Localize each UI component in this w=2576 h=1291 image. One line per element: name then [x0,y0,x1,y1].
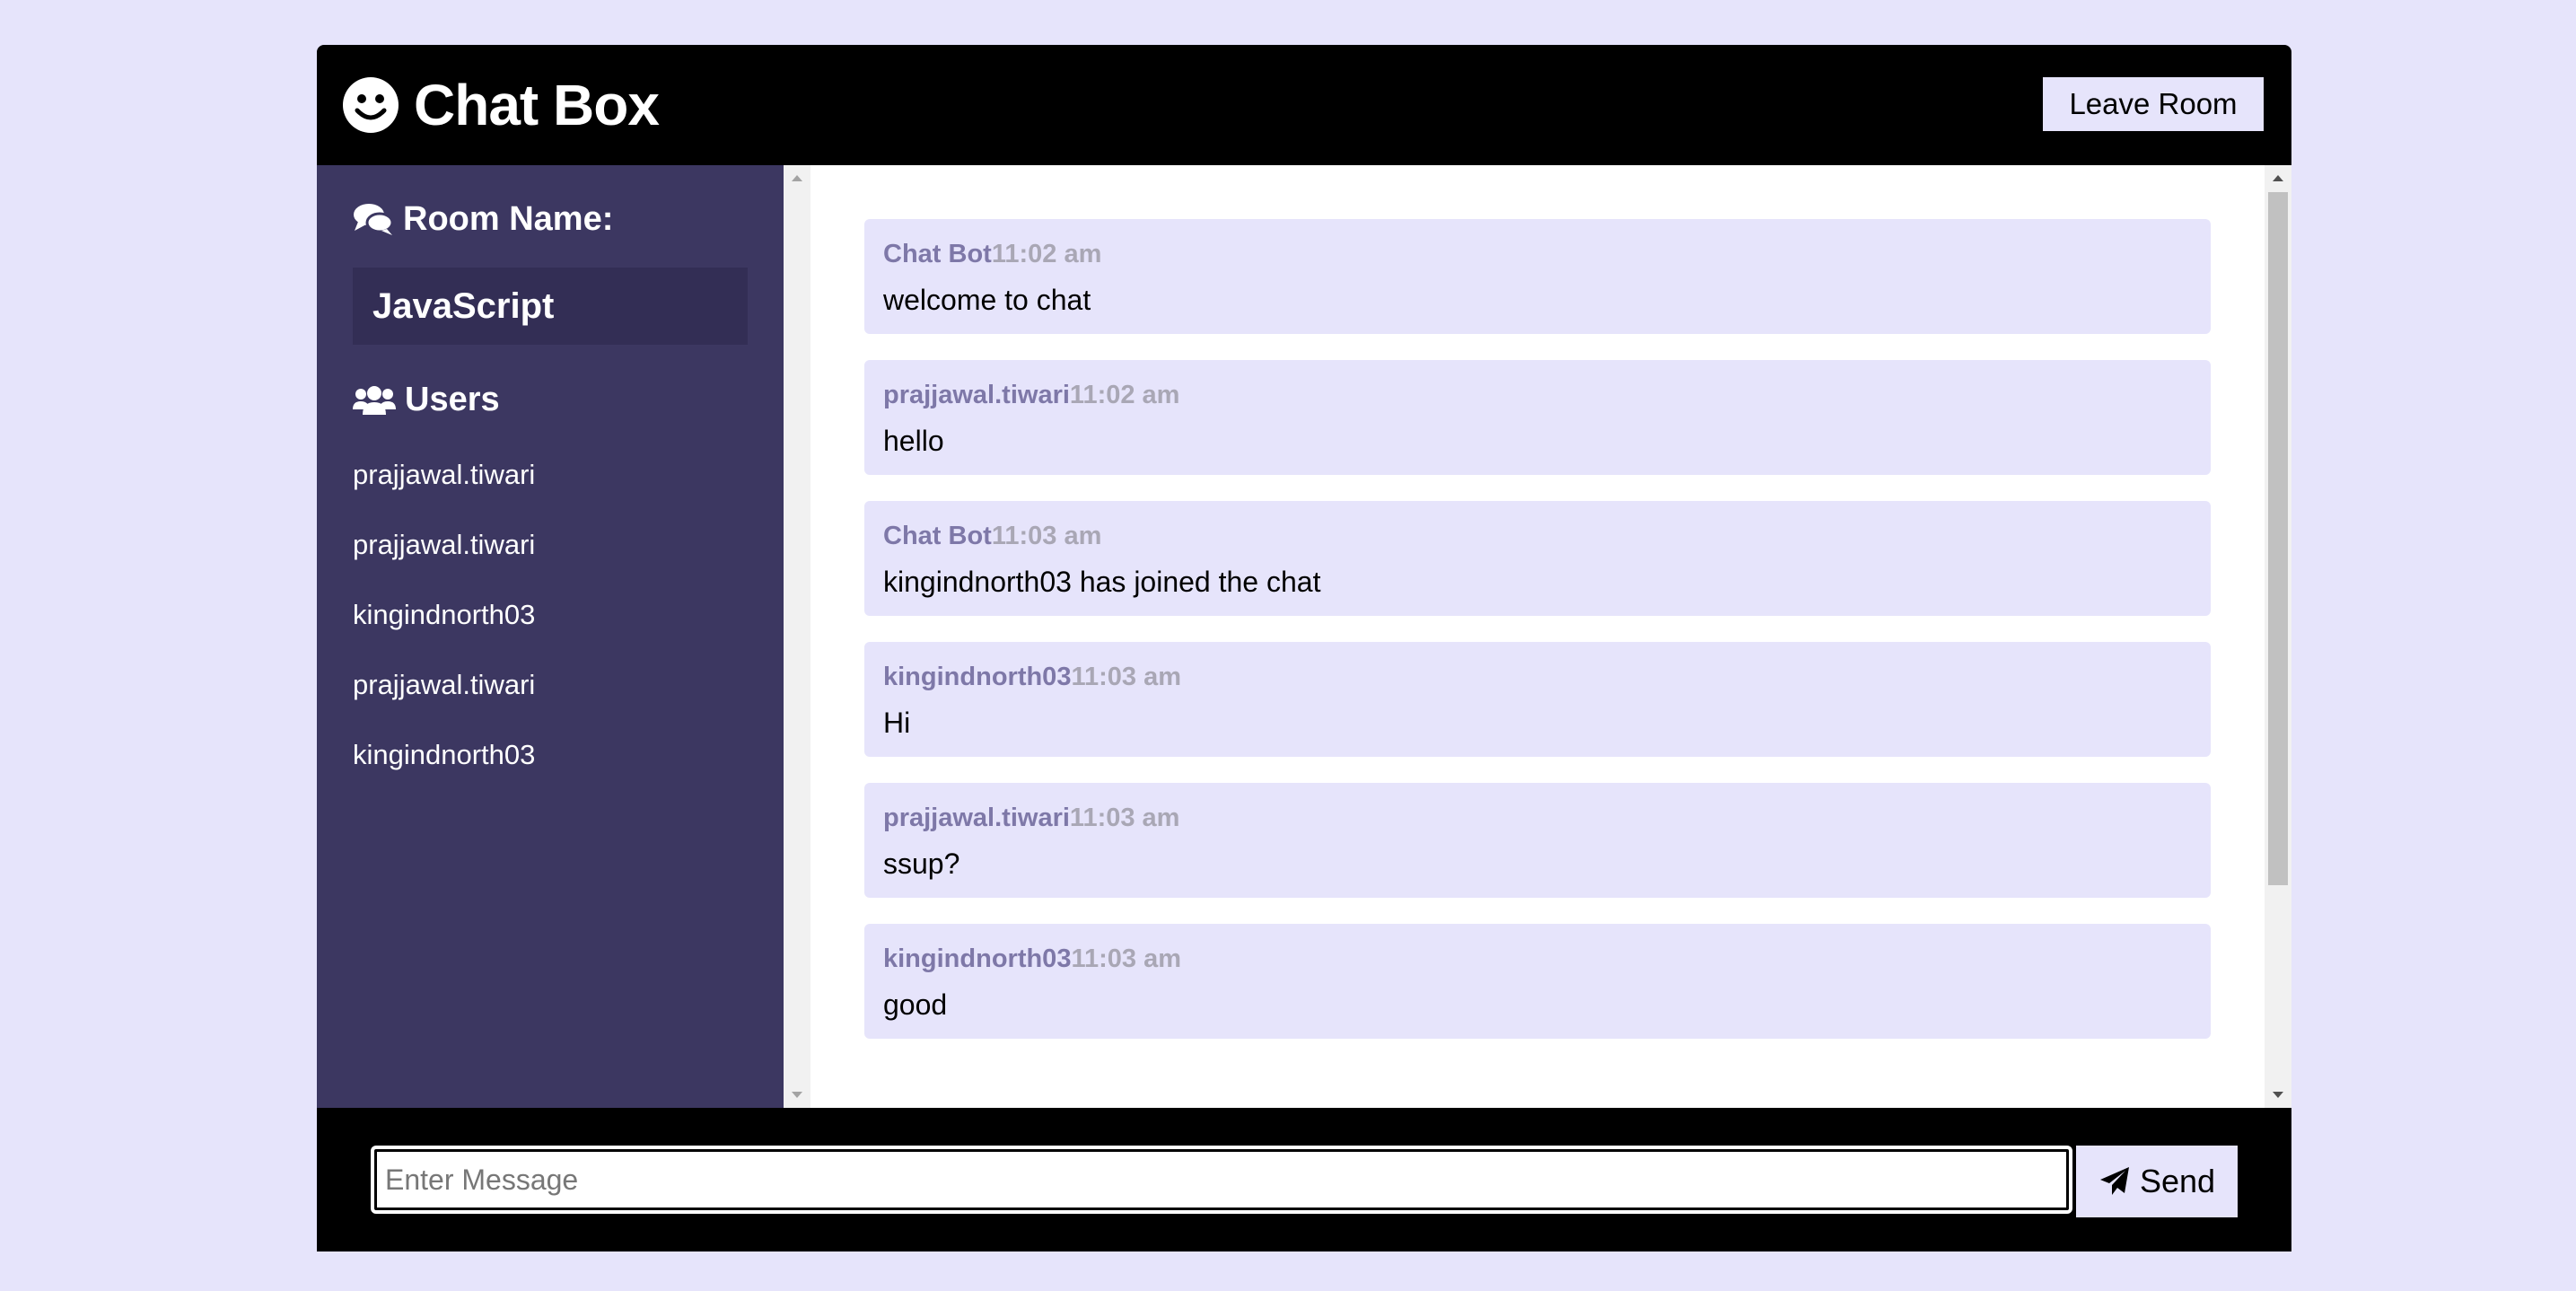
message-composer: Send [317,1108,2291,1251]
message-list: Chat Bot11:02 am welcome to chat prajjaw… [810,165,2265,1108]
user-list: prajjawal.tiwari prajjawal.tiwari kingin… [353,455,535,805]
message-time: 11:03 am [1071,663,1181,691]
room-name-box: JavaScript [353,268,748,345]
users-label: Users [405,380,500,418]
message-text: ssup? [883,847,960,880]
user-list-item: kingindnorth03 [353,739,536,770]
message-meta: prajjawal.tiwari11:03 am [883,801,1179,835]
message-time: 11:03 am [991,522,1102,550]
message-text: hello [883,425,944,457]
message-author: kingindnorth03 [883,663,1072,691]
users-icon [353,386,396,415]
chat-window: Chat Box Leave Room Room Name: JavaScrip… [317,45,2291,1251]
user-list-item: kingindnorth03 [353,599,536,630]
message-text: kingindnorth03 has joined the chat [883,566,1321,598]
scroll-up-arrow-icon[interactable] [784,169,810,187]
comments-icon [354,204,394,235]
message: kingindnorth0311:03 am Hi [864,642,2211,757]
message-meta: Chat Bot11:02 am [883,237,1101,271]
smile-icon [343,77,399,133]
paper-plane-icon [2099,1167,2129,1195]
scroll-down-arrow-icon[interactable] [784,1086,810,1104]
message-time: 11:02 am [991,240,1102,268]
users-heading: Users [353,377,500,422]
message-meta: prajjawal.tiwari11:02 am [883,378,1179,412]
message-meta: Chat Bot11:03 am [883,519,1101,553]
message-time: 11:03 am [1069,804,1180,832]
message-author: prajjawal.tiwari [883,381,1070,409]
message-author: prajjawal.tiwari [883,804,1070,832]
leave-room-button[interactable]: Leave Room [2043,77,2264,131]
message-text: welcome to chat [883,284,1091,316]
message: kingindnorth0311:03 am good [864,924,2211,1039]
send-button-label: Send [2139,1163,2216,1199]
message: prajjawal.tiwari11:03 am ssup? [864,783,2211,898]
user-list-item: prajjawal.tiwari [353,529,536,560]
sidebar-scrollbar[interactable] [784,165,810,1108]
app-title-text: Chat Box [414,73,660,137]
message-author: Chat Bot [883,522,992,550]
message: Chat Bot11:02 am welcome to chat [864,219,2211,334]
message-author: kingindnorth03 [883,944,1072,973]
scroll-down-arrow-icon[interactable] [2265,1086,2291,1104]
message-meta: kingindnorth0311:03 am [883,660,1181,694]
room-name: JavaScript [372,286,555,326]
message-input[interactable] [371,1146,2072,1214]
scroll-up-arrow-icon[interactable] [2265,169,2291,187]
chat-header: Chat Box Leave Room [317,45,2291,165]
message-text: Hi [883,707,911,739]
message-time: 11:03 am [1071,944,1181,973]
room-name-heading: Room Name: [353,197,613,242]
app-title: Chat Box [342,70,660,140]
send-button[interactable]: Send [2076,1146,2238,1217]
message-list-scrollbar[interactable] [2265,165,2291,1108]
message-text: good [883,988,948,1021]
message: prajjawal.tiwari11:02 am hello [864,360,2211,475]
message: Chat Bot11:03 am kingindnorth03 has join… [864,501,2211,616]
message-meta: kingindnorth0311:03 am [883,942,1181,976]
room-name-label: Room Name: [403,199,614,238]
scrollbar-thumb[interactable] [2268,192,2288,885]
sidebar: Room Name: JavaScript Users prajjawal.ti… [317,165,784,1108]
message-author: Chat Bot [883,240,992,268]
message-time: 11:02 am [1069,381,1180,409]
user-list-item: prajjawal.tiwari [353,669,536,700]
user-list-item: prajjawal.tiwari [353,459,536,490]
